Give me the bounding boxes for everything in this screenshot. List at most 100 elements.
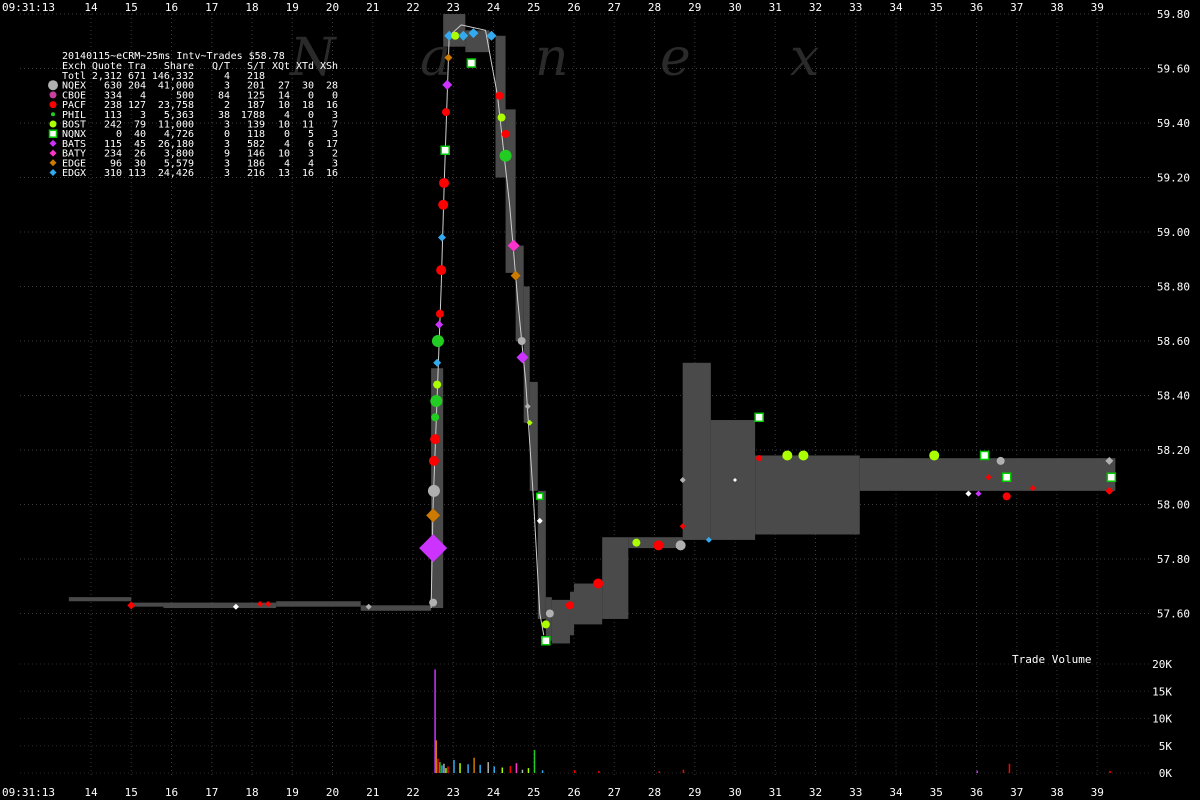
trade-marker [798, 450, 809, 461]
volume-bar [541, 770, 544, 773]
x-tick-label-bottom: 32 [809, 786, 822, 799]
trade-marker [428, 455, 439, 466]
trades-chart: Nanex 09:31:13 14 15 16 17 18 19 20 21 22 23 24 25 2… [2, 1, 1190, 799]
y-tick-label: 58.00 [1157, 499, 1190, 512]
volume-bars [434, 669, 1111, 773]
legend-marker [49, 169, 57, 176]
trade-marker [433, 380, 442, 389]
trade-marker [565, 601, 574, 610]
x-tick-label-bottom: 19 [286, 786, 299, 799]
x-tick-label-top: 27 [608, 1, 621, 14]
trade-marker [545, 609, 554, 618]
volume-axis: Trade Volume 20K 15K 10K 5K 0K [1012, 653, 1172, 780]
volume-label: Trade Volume [1012, 653, 1091, 666]
trade-marker [975, 490, 982, 497]
x-tick-label-top: 39 [1091, 1, 1104, 14]
volume-bar [441, 765, 443, 773]
trade-marker [632, 538, 641, 547]
x-tick-label-bottom: 27 [608, 786, 621, 799]
legend-marker [49, 101, 57, 109]
volume-bar [533, 750, 536, 773]
x-tick-label-bottom: 21 [366, 786, 379, 799]
quote-band-segment [569, 591, 574, 636]
x-tick-label-top: 29 [688, 1, 701, 14]
quote-band-segment [682, 362, 711, 540]
x-tick-label-top: 24 [487, 1, 501, 14]
x-tick-label-bottom: 31 [769, 786, 782, 799]
x-tick-label-top: 34 [889, 1, 903, 14]
quote-band-segment [276, 601, 361, 607]
volume-bar [453, 759, 455, 773]
watermark-letter: n [535, 28, 569, 88]
x-tick-label-top: 37 [1010, 1, 1023, 14]
quote-band-segment [545, 597, 552, 641]
watermark-letter: e [660, 28, 691, 88]
y-tick-label: 59.00 [1157, 226, 1190, 239]
x-tick-label-top: 22 [406, 1, 419, 14]
y-tick-label: 59.60 [1157, 63, 1190, 76]
x-tick-label-top: 25 [527, 1, 540, 14]
start-time-bottom: 09:31:13 [2, 786, 55, 799]
trade-marker [497, 113, 506, 122]
volume-bar [1008, 763, 1011, 773]
quote-band-segment [710, 420, 756, 540]
x-tick-label-bottom: 33 [849, 786, 862, 799]
x-tick-label-top: 19 [286, 1, 299, 14]
y-tick-label: 58.40 [1157, 390, 1190, 403]
trade-marker [438, 177, 449, 188]
volume-tick-label: 15K [1152, 685, 1172, 698]
x-tick-label-top: 38 [1050, 1, 1063, 14]
volume-bar [445, 768, 447, 773]
trade-marker [756, 455, 763, 462]
volume-bar [439, 762, 441, 773]
trade-marker [451, 31, 460, 40]
x-tick-label-bottom: 37 [1010, 786, 1023, 799]
x-tick-label-bottom: 15 [125, 786, 138, 799]
legend-marker [49, 139, 57, 147]
trade-marker [541, 620, 550, 629]
legend-marker [49, 159, 57, 167]
quote-band-segment [859, 458, 1116, 491]
volume-bar [437, 758, 439, 773]
x-tick-label-top: 23 [447, 1, 460, 14]
table-header-cell: XQt [272, 61, 290, 72]
x-tick-label-bottom: 25 [527, 786, 540, 799]
y-tick-label: 59.20 [1157, 172, 1190, 185]
volume-bar [682, 769, 685, 773]
x-tick-label-bottom: 24 [487, 786, 501, 799]
legend-marker [49, 149, 57, 157]
trade-marker [127, 601, 136, 610]
x-tick-label-bottom: 18 [245, 786, 258, 799]
x-tick-label-top: 36 [970, 1, 983, 14]
x-tick-label-top: 35 [930, 1, 943, 14]
y-tick-label: 57.80 [1157, 553, 1190, 566]
x-axis-top: 09:31:13 14 15 16 17 18 19 20 21 22 23 24 25 26 27 28 2… [2, 1, 1104, 14]
x-tick-label-top: 20 [326, 1, 339, 14]
quote-band-segment [68, 597, 132, 602]
trade-marker [435, 309, 444, 318]
quote-band-segment [529, 381, 538, 491]
x-tick-label-bottom: 28 [648, 786, 661, 799]
trade-marker [996, 456, 1005, 465]
x-tick-label-bottom: 17 [205, 786, 218, 799]
table-header-cell: XTd [296, 61, 314, 72]
trade-marker [965, 490, 972, 497]
trade-marker [438, 199, 449, 210]
volume-bar [515, 763, 518, 773]
volume-bar [527, 768, 530, 773]
volume-bar [467, 764, 469, 773]
trade-marker [782, 450, 793, 461]
x-tick-label-top: 28 [648, 1, 661, 14]
legend-marker [49, 91, 57, 99]
trade-marker [754, 412, 764, 423]
x-tick-label-bottom: 26 [567, 786, 580, 799]
y-tick-label: 58.60 [1157, 335, 1190, 348]
volume-bar [509, 765, 512, 773]
trade-marker [675, 540, 686, 551]
trade-marker [653, 540, 664, 551]
x-tick-label-top: 15 [125, 1, 138, 14]
start-time-top: 09:31:13 [2, 1, 55, 14]
table-cell: 310 [104, 168, 122, 179]
watermark: Nanex [288, 28, 819, 88]
y-tick-label: 59.80 [1157, 8, 1190, 21]
